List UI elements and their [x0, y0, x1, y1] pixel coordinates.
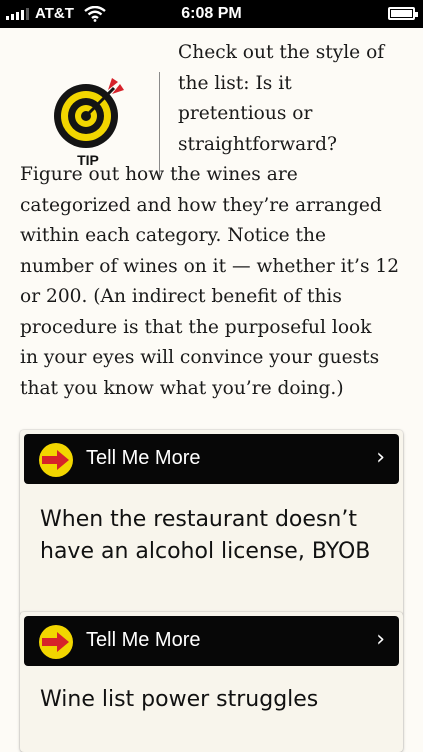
body-paragraph: Figure out how the wines are categorized…: [20, 160, 415, 404]
battery-icon: [388, 7, 418, 20]
paragraph-line: in your eyes will convince your guests: [20, 347, 380, 368]
card-header[interactable]: Tell Me More ›: [24, 434, 399, 484]
paragraph-line: within each category. Notice the: [20, 225, 327, 246]
paragraph-line: procedure is that the purposeful look: [20, 316, 372, 338]
tip-line: the list: Is it: [178, 72, 292, 94]
chevron-right-icon: ›: [376, 445, 385, 470]
paragraph-line: Figure out how the wines are: [20, 164, 298, 185]
card-body-line: When the restaurant doesn’t: [40, 507, 357, 532]
paragraph-line: number of wines on it — whether it’s 12: [20, 255, 400, 277]
content-area[interactable]: TIP Check out the style of the list: Is …: [0, 28, 423, 752]
card-header-label: Tell Me More: [86, 447, 201, 469]
card-body-line: have an alcohol license, BYOB: [40, 539, 371, 564]
chevron-right-icon: ›: [376, 627, 385, 652]
tip-line: straightforward?: [178, 133, 338, 155]
status-time: 6:08 PM: [181, 5, 242, 22]
paragraph-line: or 200. (An indirect benefit of this: [20, 286, 342, 307]
status-bar: AT&T 6:08 PM: [0, 0, 423, 28]
tip-line: Check out the style of: [178, 42, 385, 63]
card-header[interactable]: Tell Me More ›: [24, 616, 399, 666]
tip-line: pretentious or: [178, 103, 313, 124]
tell-me-more-card[interactable]: Tell Me More › Wine list power struggles: [20, 612, 403, 752]
tip-text: Check out the style of the list: Is it p…: [178, 38, 408, 160]
card-header-label: Tell Me More: [86, 629, 201, 651]
paragraph-line: categorized and how they’re arranged: [20, 194, 382, 216]
card-body-text: When the restaurant doesn’t have an alco…: [40, 504, 390, 568]
tell-me-more-card[interactable]: Tell Me More › When the restaurant doesn…: [20, 430, 403, 616]
card-body-text: Wine list power struggles: [40, 684, 390, 716]
paragraph-line: that you know what you’re doing.): [20, 377, 344, 399]
card-body-line: Wine list power struggles: [40, 687, 319, 712]
battery-fill: [391, 10, 412, 17]
arrow-badge-icon: [39, 625, 73, 659]
arrow-badge-icon: [39, 443, 73, 477]
